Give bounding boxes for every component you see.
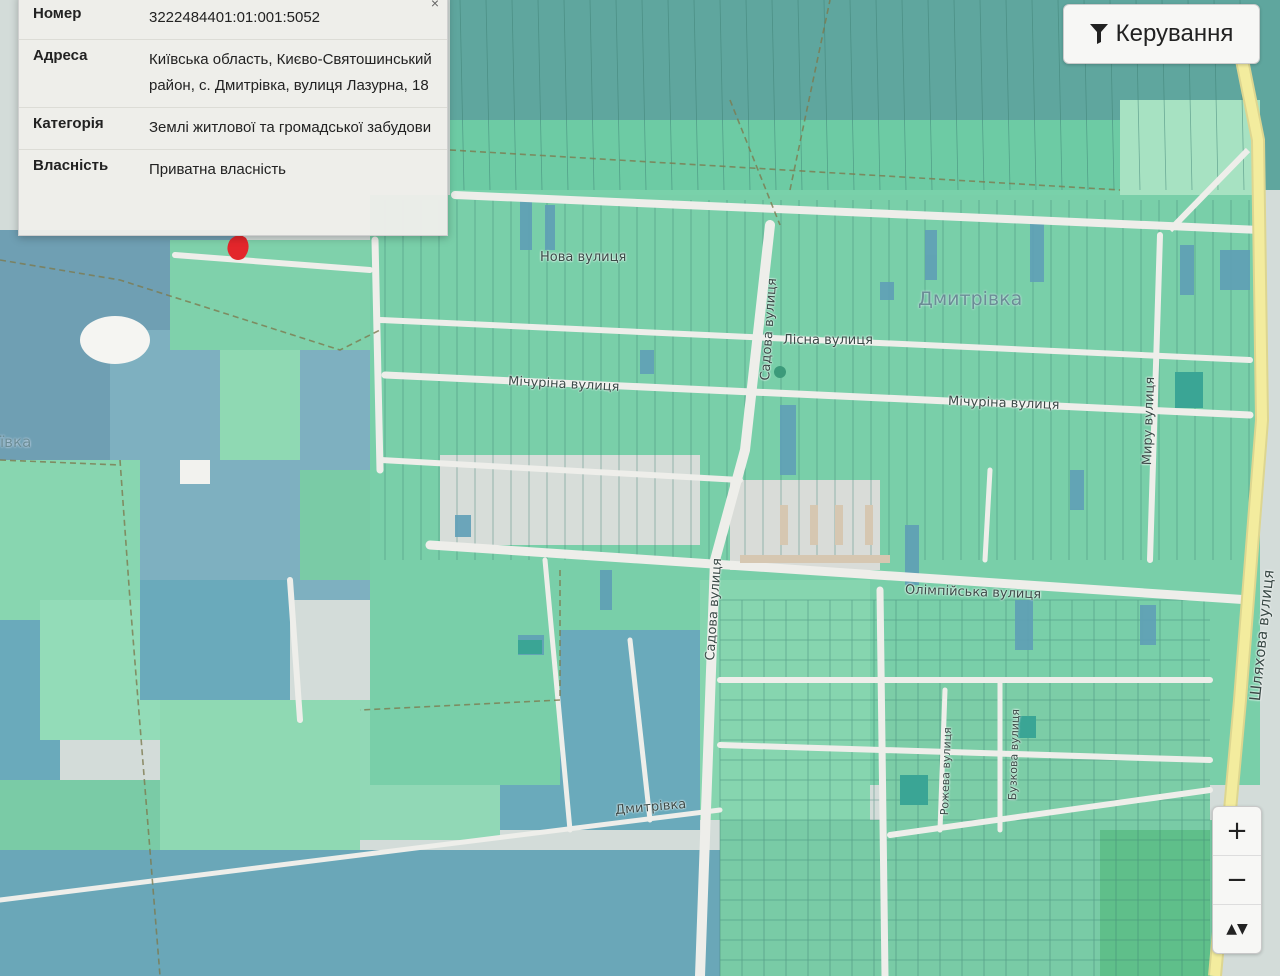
info-value: 3222484401:01:001:5052 [149, 9, 321, 26]
street-label-myru: Миру вулиця [1140, 376, 1159, 466]
filter-control-label: Керування [1115, 20, 1234, 47]
zoom-out-button[interactable]: − [1213, 856, 1261, 905]
info-row-address: Адреса Київська область, Києво-Святошинс… [19, 40, 447, 108]
info-value: Київська область, Києво-Святошинський ра… [149, 51, 432, 94]
compass-button[interactable]: ▲▼ [1213, 905, 1261, 953]
info-key: Власність [33, 157, 109, 174]
info-row-number: Номер 3222484401:01:001:5052 [19, 0, 447, 40]
info-key: Категорія [33, 115, 104, 132]
street-label-nova: Нова вулиця [540, 250, 627, 265]
zoom-in-button[interactable]: + [1213, 807, 1261, 856]
info-row-ownership: Власність Приватна власність [19, 150, 447, 191]
info-key: Номер [33, 5, 82, 22]
parcel-info-panel: × Номер 3222484401:01:001:5052 Адреса Ки… [18, 0, 448, 236]
street-label-lisna: Лісна вулиця [783, 333, 873, 348]
close-icon[interactable]: × [431, 0, 439, 11]
info-value: Землі житлової та громадської забудови [149, 119, 432, 136]
village-label: Дмитрівка [918, 288, 1023, 310]
info-key: Адреса [33, 47, 88, 64]
filter-control-button[interactable]: Керування [1063, 4, 1260, 64]
filter-icon [1089, 24, 1108, 44]
zoom-controls: + − ▲▼ [1212, 806, 1262, 954]
info-value: Приватна власність [149, 161, 286, 178]
info-row-category: Категорія Землі житлової та громадської … [19, 108, 447, 150]
village-label-left: ївка [0, 433, 32, 451]
